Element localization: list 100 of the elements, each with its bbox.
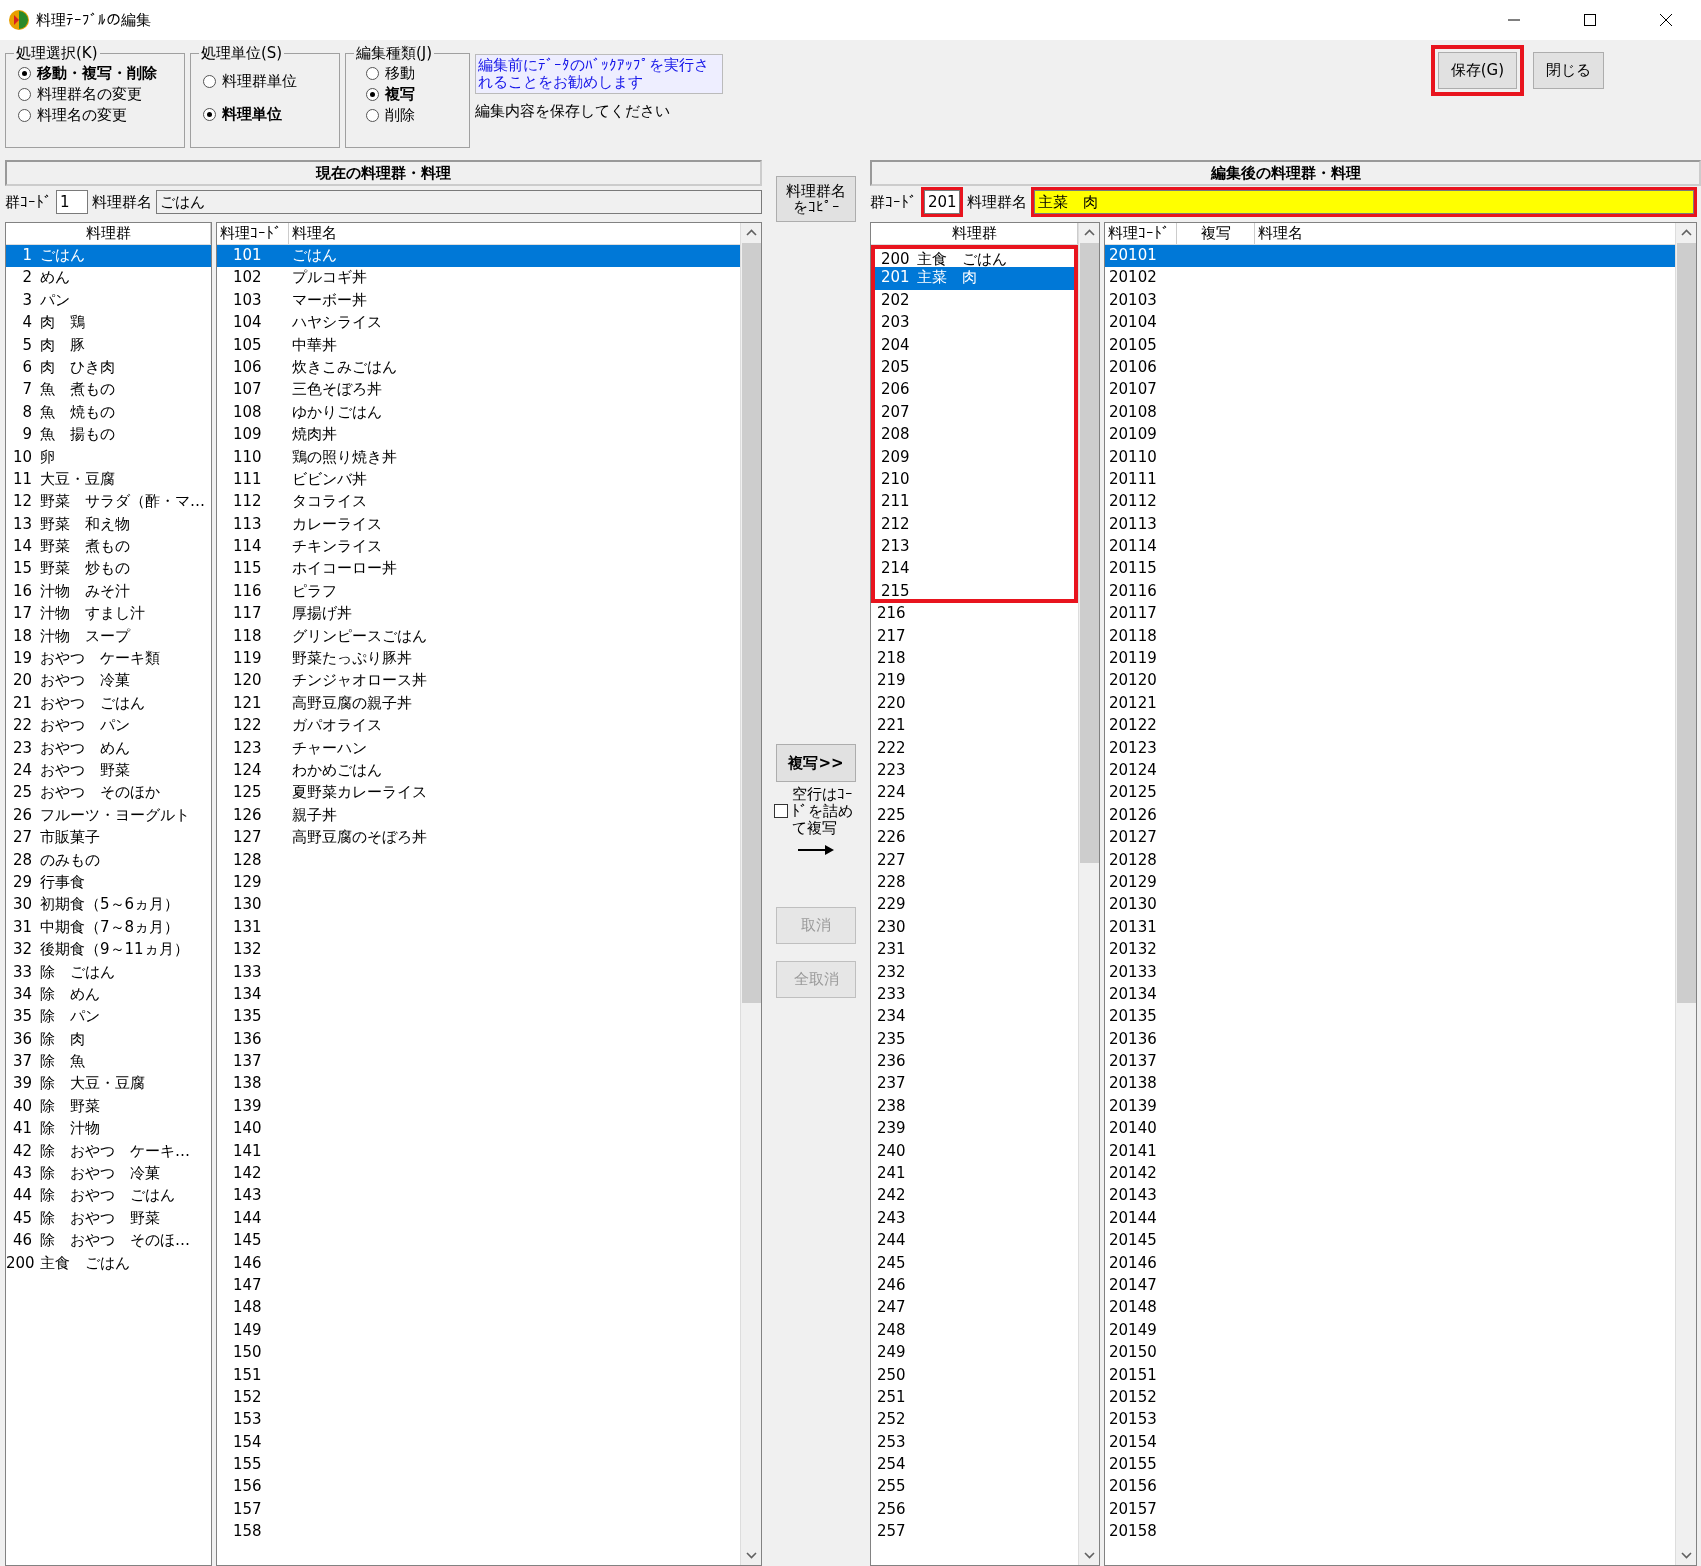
- scrollbar[interactable]: [1078, 223, 1099, 1565]
- list-row[interactable]: 221: [871, 715, 1078, 738]
- list-row[interactable]: 253: [871, 1431, 1078, 1455]
- list-row[interactable]: 20135: [1105, 1006, 1675, 1029]
- list-row[interactable]: 20156: [1105, 1476, 1675, 1499]
- list-row[interactable]: 236: [871, 1051, 1078, 1074]
- list-row[interactable]: 119 野菜たっぷり豚丼: [217, 648, 740, 671]
- list-row[interactable]: 224: [871, 782, 1078, 805]
- list-row[interactable]: 20140: [1105, 1118, 1675, 1141]
- list-row[interactable]: 20130: [1105, 894, 1675, 917]
- list-row[interactable]: 26 フルーツ・ヨーグルト: [6, 804, 211, 828]
- list-row[interactable]: 107 三色そぼろ丼: [217, 379, 740, 402]
- list-row[interactable]: 20120: [1105, 670, 1675, 693]
- list-row[interactable]: 20142: [1105, 1163, 1675, 1186]
- list-row[interactable]: 20129: [1105, 871, 1675, 895]
- list-row[interactable]: 129: [217, 871, 740, 895]
- list-row[interactable]: 18 汁物 スープ: [6, 625, 211, 649]
- list-row[interactable]: 103 マーボー丼: [217, 289, 740, 313]
- list-row[interactable]: 45 除 おやつ 野菜: [6, 1207, 211, 1231]
- list-row[interactable]: 44 除 おやつ ごはん: [6, 1185, 211, 1208]
- list-row[interactable]: 20113: [1105, 513, 1675, 537]
- list-row[interactable]: 139: [217, 1095, 740, 1119]
- list-row[interactable]: 148: [217, 1297, 740, 1320]
- list-row[interactable]: 104 ハヤシライス: [217, 312, 740, 335]
- list-row[interactable]: 21 おやつ ごはん: [6, 692, 211, 716]
- list-row[interactable]: 124 わかめごはん: [217, 760, 740, 783]
- list-row[interactable]: 20154: [1105, 1431, 1675, 1455]
- list-row[interactable]: 20118: [1105, 625, 1675, 649]
- list-row[interactable]: 20125: [1105, 782, 1675, 805]
- list-row[interactable]: 112 タコライス: [217, 491, 740, 514]
- list-row[interactable]: 118 グリンピースごはん: [217, 625, 740, 649]
- scrollbar-thumb[interactable]: [1079, 243, 1099, 863]
- list-row[interactable]: 20115: [1105, 558, 1675, 581]
- list-row[interactable]: 30 初期食（5～6ヵ月）: [6, 894, 211, 917]
- list-row[interactable]: 245: [871, 1252, 1078, 1275]
- list-row[interactable]: 257: [871, 1521, 1078, 1544]
- list-row[interactable]: 141: [217, 1140, 740, 1163]
- list-row[interactable]: 20147: [1105, 1274, 1675, 1298]
- list-row[interactable]: 20126: [1105, 804, 1675, 828]
- list-row[interactable]: 116 ピラフ: [217, 580, 740, 604]
- radio-button[interactable]: [203, 108, 216, 121]
- list-row[interactable]: 20151: [1105, 1364, 1675, 1387]
- list-row[interactable]: 137: [217, 1051, 740, 1074]
- list-row[interactable]: 155: [217, 1454, 740, 1477]
- list-row[interactable]: 20112: [1105, 491, 1675, 514]
- list-row[interactable]: 20108: [1105, 401, 1675, 425]
- list-row[interactable]: 239: [871, 1118, 1078, 1141]
- list-row[interactable]: 20144: [1105, 1207, 1675, 1231]
- list-row[interactable]: 40 除 野菜: [6, 1095, 211, 1119]
- radio-button[interactable]: [366, 67, 379, 80]
- list-row[interactable]: 20138: [1105, 1073, 1675, 1096]
- list-row[interactable]: 25 おやつ そのほか: [6, 782, 211, 805]
- list-row[interactable]: 143: [217, 1185, 740, 1208]
- list-row[interactable]: 243: [871, 1207, 1078, 1231]
- list-row[interactable]: 235: [871, 1028, 1078, 1052]
- list-row[interactable]: 20103: [1105, 289, 1675, 313]
- radio-button[interactable]: [366, 109, 379, 122]
- list-row[interactable]: 33 除 ごはん: [6, 961, 211, 984]
- list-row[interactable]: 106 炊きこみごはん: [217, 356, 740, 380]
- list-row[interactable]: 35 除 パン: [6, 1006, 211, 1029]
- list-row[interactable]: 121 高野豆腐の親子丼: [217, 692, 740, 716]
- list-row[interactable]: 114 チキンライス: [217, 536, 740, 559]
- radio-button[interactable]: [203, 75, 216, 88]
- list-row[interactable]: 132: [217, 939, 740, 962]
- list-row[interactable]: 219: [871, 670, 1078, 693]
- list-row[interactable]: 153: [217, 1409, 740, 1432]
- list-row[interactable]: 222: [871, 737, 1078, 760]
- list-row[interactable]: 102 プルコギ丼: [217, 267, 740, 290]
- list-row[interactable]: 254: [871, 1454, 1078, 1477]
- list-row[interactable]: 225: [871, 804, 1078, 828]
- list-row[interactable]: 229: [871, 894, 1078, 917]
- list-row[interactable]: 125 夏野菜カレーライス: [217, 782, 740, 805]
- list-row[interactable]: 36 除 肉: [6, 1028, 211, 1052]
- list-row[interactable]: 20121: [1105, 692, 1675, 716]
- list-row[interactable]: 251: [871, 1386, 1078, 1410]
- list-row[interactable]: 37 除 魚: [6, 1051, 211, 1074]
- list-row[interactable]: 20107: [1105, 379, 1675, 402]
- list-row[interactable]: 120 チンジャオロース丼: [217, 670, 740, 693]
- list-row[interactable]: 24 おやつ 野菜: [6, 760, 211, 783]
- list-row[interactable]: 146: [217, 1252, 740, 1275]
- scrollbar-thumb[interactable]: [1676, 243, 1696, 1003]
- list-row[interactable]: 20116: [1105, 580, 1675, 604]
- list-row[interactable]: 242: [871, 1185, 1078, 1208]
- list-row[interactable]: 19 おやつ ケーキ類: [6, 648, 211, 671]
- copy-button[interactable]: 複写>>: [776, 744, 856, 782]
- list-row[interactable]: 20158: [1105, 1521, 1675, 1544]
- list-row[interactable]: 123 チャーハン: [217, 737, 740, 760]
- list-row[interactable]: 157: [217, 1498, 740, 1522]
- code-field[interactable]: 201: [924, 190, 960, 214]
- copy-name-button[interactable]: 料理群名をｺﾋﾟｰ: [776, 176, 856, 222]
- list-row[interactable]: 252: [871, 1409, 1078, 1432]
- list-row[interactable]: 17 汁物 すまし汁: [6, 603, 211, 626]
- list-row[interactable]: 15 野菜 炒もの: [6, 558, 211, 581]
- list-row[interactable]: 144: [217, 1207, 740, 1231]
- list-row[interactable]: 145: [217, 1230, 740, 1253]
- list-row[interactable]: 241: [871, 1163, 1078, 1186]
- list-row[interactable]: 20109: [1105, 424, 1675, 447]
- list-row[interactable]: 7 魚 煮もの: [6, 379, 211, 402]
- list-row[interactable]: 3 パン: [6, 289, 211, 313]
- list-row[interactable]: 20141: [1105, 1140, 1675, 1163]
